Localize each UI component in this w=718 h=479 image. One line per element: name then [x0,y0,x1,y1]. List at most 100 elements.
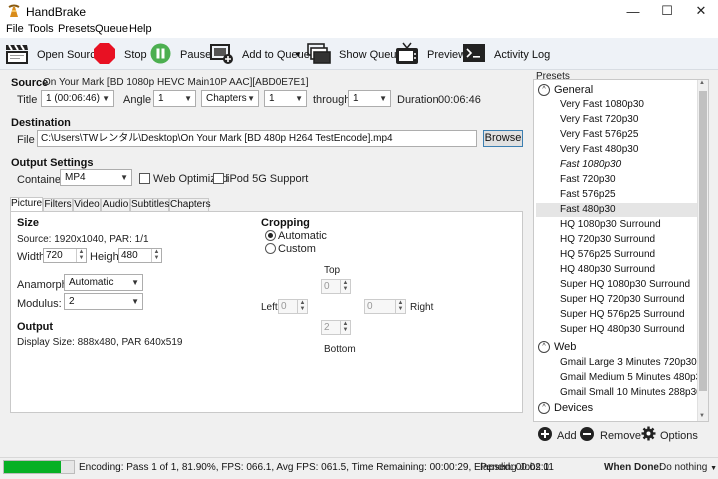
remove-preset-button[interactable]: Remove [600,430,641,442]
anamorphic-select[interactable]: Automatic ▼ [64,274,143,291]
scroll-thumb[interactable] [699,91,707,391]
range-end-value: 1 [353,93,359,104]
range-end-select[interactable]: 1 ▼ [348,90,391,107]
tab-audio[interactable]: Audio [101,198,130,212]
crop-custom-radio[interactable] [265,243,276,254]
crop-right-stepper[interactable]: 0 ▲ ▼ [364,299,406,314]
open-source-button[interactable]: Open Source [37,49,102,61]
spin-arrows-icon[interactable]: ▲ ▼ [395,300,405,313]
stop-icon[interactable] [94,43,115,64]
remove-icon[interactable] [580,427,594,441]
pause-button[interactable]: Pause [180,49,211,61]
modulus-label: Modulus: [17,298,62,310]
scroll-up-icon[interactable]: ▲ [699,80,705,86]
tv-preview-icon[interactable] [395,42,419,65]
through-label: through [313,94,351,106]
angle-select[interactable]: 1 ▼ [153,90,196,107]
spin-arrows-icon[interactable]: ▲ ▼ [340,321,350,334]
presets-scrollbar[interactable]: ▲ ▼ [697,80,708,421]
preset-item[interactable]: Very Fast 1080p30 [560,99,644,110]
height-stepper[interactable]: 480 ▲ ▼ [118,248,162,263]
preset-item[interactable]: Gmail Small 10 Minutes 288p30 [560,387,702,398]
modulus-select[interactable]: 2 ▼ [64,293,143,310]
preview-button[interactable]: Preview [427,49,466,61]
tab-video[interactable]: Video [73,198,101,212]
encode-progress-fill [4,461,61,473]
title-select[interactable]: 1 (00:06:46) ▼ [41,90,114,107]
scroll-down-icon[interactable]: ▼ [699,413,705,419]
chevron-down-icon: ▼ [131,297,139,306]
preset-item[interactable]: Fast 480p30 [560,204,616,215]
stop-button[interactable]: Stop [124,49,147,61]
range-start-select[interactable]: 1 ▼ [264,90,307,107]
spin-arrows-icon[interactable]: ▲ ▼ [76,249,86,262]
crop-top-stepper[interactable]: 0 ▲ ▼ [321,279,351,294]
pause-icon[interactable] [150,43,171,64]
activity-log-button[interactable]: Activity Log [494,49,550,61]
crop-automatic-radio[interactable] [265,230,276,241]
add-to-queue-icon[interactable] [210,43,234,65]
show-queue-button[interactable]: Show Queue [339,49,403,61]
web-optimized-checkbox[interactable] [139,173,150,184]
show-queue-icon[interactable] [307,43,331,65]
menu-presets[interactable]: Presets [58,23,95,35]
spin-arrows-icon[interactable]: ▲ ▼ [151,249,161,262]
tab-chapters[interactable]: Chapters [169,198,211,212]
preset-item[interactable]: Very Fast 480p30 [560,144,638,155]
close-button[interactable]: ✕ [684,0,718,22]
width-stepper[interactable]: 720 ▲ ▼ [43,248,87,263]
collapse-icon: ^ [538,402,550,414]
preset-item[interactable]: Super HQ 576p25 Surround [560,309,685,320]
tab-subtitles[interactable]: Subtitles [130,198,169,212]
preset-item[interactable]: HQ 1080p30 Surround [560,219,661,230]
when-done-select[interactable]: Do nothing ▼ [659,462,717,473]
clapperboard-icon[interactable] [5,43,29,65]
crop-bottom-stepper[interactable]: 2 ▲ ▼ [321,320,351,335]
height-value: 480 [121,250,138,261]
add-icon[interactable] [538,427,552,441]
preset-item[interactable]: Gmail Large 3 Minutes 720p30 [560,357,697,368]
tab-picture[interactable]: Picture [10,197,43,212]
spin-arrows-icon[interactable]: ▲ ▼ [297,300,307,313]
destination-file-input[interactable]: C:\Users\TWレンタル\Desktop\On Your Mark [BD… [37,130,477,147]
minimize-button[interactable]: — [616,0,650,22]
source-resolution: Source: 1920x1040, PAR: 1/1 [17,234,149,245]
destination-section-title: Destination [11,117,71,129]
menu-file[interactable]: File [6,23,24,35]
preset-item[interactable]: Super HQ 1080p30 Surround [560,279,690,290]
preset-item[interactable]: Fast 720p30 [560,174,616,185]
container-select[interactable]: MP4 ▼ [60,169,132,186]
chevron-down-icon[interactable]: ▼ [294,50,302,59]
options-button[interactable]: Options [660,430,698,442]
crop-top-label: Top [324,265,341,276]
preset-item[interactable]: Gmail Medium 5 Minutes 480p30 [560,372,707,383]
preset-item[interactable]: Fast 576p25 [560,189,616,200]
menu-bar: File Tools Presets Queue Help [0,22,718,38]
preset-item[interactable]: HQ 720p30 Surround [560,234,655,245]
range-type-select[interactable]: Chapters ▼ [201,90,259,107]
chevron-down-icon: ▼ [379,94,387,103]
title-label: Title [17,94,38,106]
crop-left-value: 0 [281,301,287,312]
menu-tools[interactable]: Tools [28,23,54,35]
preset-item[interactable]: Very Fast 576p25 [560,129,638,140]
menu-help[interactable]: Help [129,23,152,35]
browse-button[interactable]: Browse [483,130,523,147]
ipod-support-checkbox[interactable] [213,173,224,184]
crop-custom-label: Custom [278,243,316,255]
spin-arrows-icon[interactable]: ▲ ▼ [340,280,350,293]
menu-queue[interactable]: Queue [95,23,128,35]
preset-item[interactable]: Very Fast 720p30 [560,114,638,125]
preset-item[interactable]: HQ 576p25 Surround [560,249,655,260]
crop-automatic-label: Automatic [278,230,327,242]
preset-item[interactable]: HQ 480p30 Surround [560,264,655,275]
add-preset-button[interactable]: Add [557,430,577,442]
gear-icon[interactable] [641,426,656,441]
preset-item[interactable]: Super HQ 720p30 Surround [560,294,685,305]
crop-left-stepper[interactable]: 0 ▲ ▼ [278,299,308,314]
preset-item[interactable]: Fast 1080p30 [560,159,621,170]
tab-filters[interactable]: Filters [43,198,73,212]
preset-item[interactable]: Super HQ 480p30 Surround [560,324,685,335]
terminal-icon[interactable] [463,44,485,62]
maximize-button[interactable]: ☐ [650,0,684,22]
